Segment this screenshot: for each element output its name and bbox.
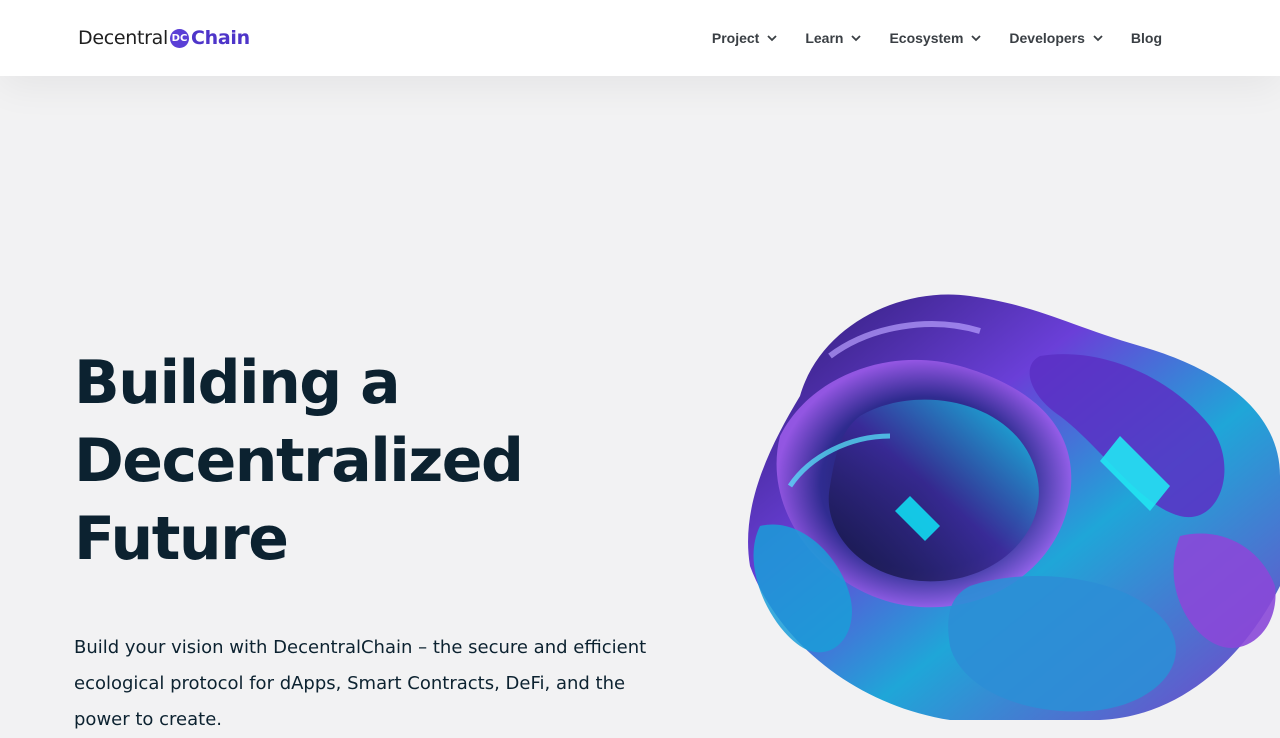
site-header: Decentral DC Chain Project Learn Ecosyst… (0, 0, 1280, 76)
hero-3d-artwork (740, 286, 1280, 720)
chevron-down-icon (971, 35, 982, 42)
chevron-down-icon (767, 35, 777, 42)
chevron-down-icon (1093, 35, 1103, 42)
hero-subtitle: Build your vision with DecentralChain – … (74, 637, 647, 730)
nav-item-label: Ecosystem (889, 30, 964, 46)
logo-text-secondary: Chain (190, 27, 250, 49)
chevron-down-icon (851, 35, 862, 42)
decentralchain-logo[interactable]: Decentral DC Chain (78, 25, 250, 51)
hero-title-line: Future (74, 504, 289, 574)
nav-item-label: Project (711, 30, 760, 46)
nav-item-label: Blog (1130, 30, 1162, 46)
main-nav: Project Learn Ecosystem Developers Blog (712, 26, 1162, 50)
logo-mark-icon: DC (169, 28, 189, 48)
nav-item-learn[interactable]: Learn (805, 30, 862, 46)
nav-item-blog[interactable]: Blog (1131, 30, 1162, 46)
hero-title-line: Building a (74, 348, 401, 418)
nav-item-ecosystem[interactable]: Ecosystem (889, 30, 982, 46)
logo-text-primary: Decentral (78, 27, 168, 49)
nav-item-project[interactable]: Project (712, 30, 777, 46)
abstract-chrome-shape-image (748, 294, 1280, 720)
hero-title: Building a Decentralized Future (74, 344, 634, 578)
nav-item-developers[interactable]: Developers (1009, 30, 1103, 46)
nav-item-label: Learn (805, 30, 844, 46)
nav-item-label: Developers (1009, 30, 1085, 46)
hero-title-line: Decentralized (74, 426, 524, 496)
